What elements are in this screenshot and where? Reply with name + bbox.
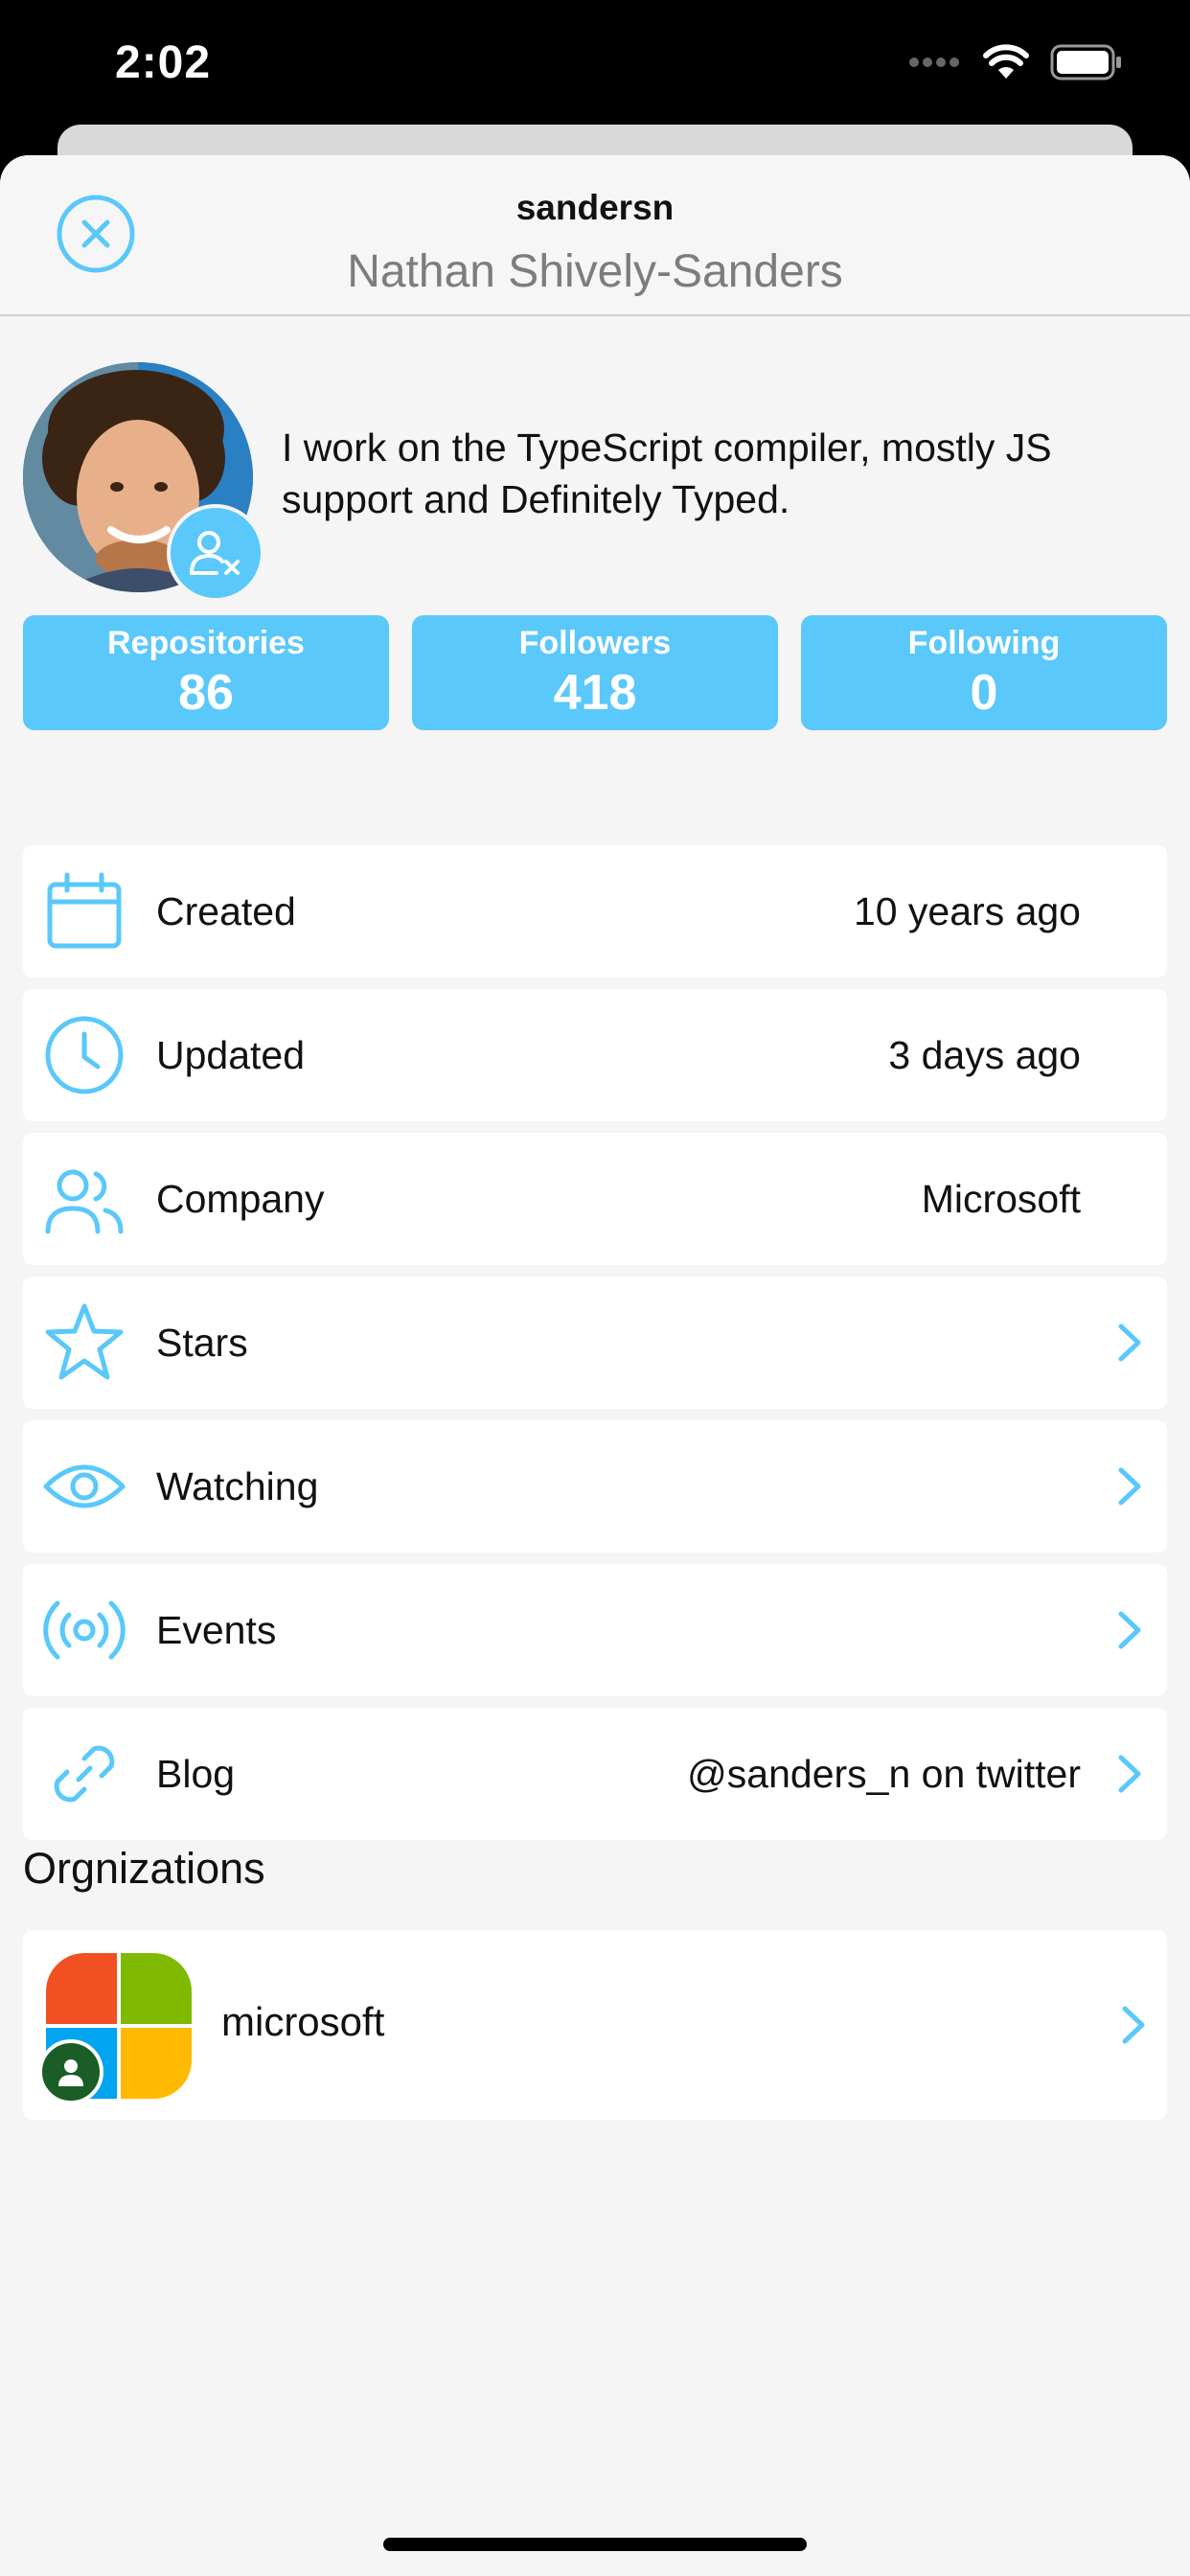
link-icon: [42, 1732, 126, 1816]
wifi-icon: [983, 43, 1029, 85]
organization-name: microsoft: [221, 1999, 385, 2044]
watching-row[interactable]: Watching: [23, 1420, 1167, 1552]
broadcast-icon: [42, 1588, 126, 1672]
stat-label: Followers: [518, 625, 672, 661]
chevron-right-icon: [1117, 2003, 1150, 2047]
row-label: Blog: [156, 1751, 236, 1796]
avatar-container: [23, 362, 264, 602]
row-label: Stars: [156, 1320, 248, 1365]
detail-row-company: Company Microsoft: [23, 1133, 1167, 1265]
unfollow-user-icon: [190, 531, 240, 575]
stat-label: Following: [907, 625, 1061, 661]
chevron-right-icon: [1113, 1608, 1146, 1652]
stat-label: Repositories: [107, 625, 305, 661]
details-list: Created 10 years ago Updated 3 days ago: [23, 845, 1167, 1852]
blog-value: @sanders_n on twitter: [687, 1751, 1081, 1796]
row-label: Watching: [156, 1463, 319, 1508]
page-subtitle-fullname: Nathan Shively-Sanders: [347, 246, 843, 297]
events-row[interactable]: Events: [23, 1564, 1167, 1696]
people-icon: [42, 1157, 126, 1241]
stars-row[interactable]: Stars: [23, 1276, 1167, 1409]
battery-icon: [1050, 44, 1123, 85]
clock-icon: [42, 1013, 126, 1097]
navigation-bar: sandersn Nathan Shively-Sanders: [0, 155, 1190, 316]
organization-row-microsoft[interactable]: microsoft: [23, 1930, 1167, 2120]
star-icon: [42, 1300, 126, 1385]
repositories-stat-button[interactable]: Repositories 86: [23, 615, 389, 730]
detail-value: Microsoft: [921, 1176, 1081, 1221]
member-badge-icon: [38, 2039, 103, 2104]
detail-row-created: Created 10 years ago: [23, 845, 1167, 978]
organizations-section-title: Orgnizations: [23, 1844, 265, 1893]
chevron-right-icon: [1113, 1752, 1146, 1796]
user-bio: I work on the TypeScript compiler, mostl…: [282, 426, 1052, 521]
detail-label: Company: [156, 1176, 325, 1221]
detail-label: Updated: [156, 1032, 306, 1077]
status-icons: [908, 42, 1123, 86]
chevron-right-icon: [1113, 1464, 1146, 1508]
profile-sheet: sandersn Nathan Shively-Sanders I work o…: [0, 155, 1190, 2576]
status-time: 2:02: [115, 37, 212, 88]
detail-row-updated: Updated 3 days ago: [23, 989, 1167, 1121]
home-indicator[interactable]: [383, 2538, 807, 2551]
chevron-right-icon: [1113, 1321, 1146, 1365]
detail-value: 3 days ago: [888, 1032, 1081, 1077]
blog-row[interactable]: Blog @sanders_n on twitter: [23, 1708, 1167, 1840]
detail-label: Created: [156, 888, 296, 933]
signal-icon: [908, 56, 962, 74]
calendar-icon: [42, 869, 126, 954]
stats-bar: Repositories 86 Followers 418 Following …: [23, 615, 1167, 730]
page-title-username: sandersn: [515, 188, 675, 227]
followers-stat-button[interactable]: Followers 418: [412, 615, 778, 730]
following-stat-button[interactable]: Following 0: [801, 615, 1167, 730]
stat-value: 0: [970, 665, 998, 721]
detail-value: 10 years ago: [853, 888, 1081, 933]
stat-value: 418: [553, 665, 637, 721]
row-label: Events: [156, 1607, 277, 1652]
eye-icon: [42, 1444, 126, 1529]
stat-value: 86: [178, 665, 234, 721]
unfollow-button[interactable]: [167, 504, 264, 602]
